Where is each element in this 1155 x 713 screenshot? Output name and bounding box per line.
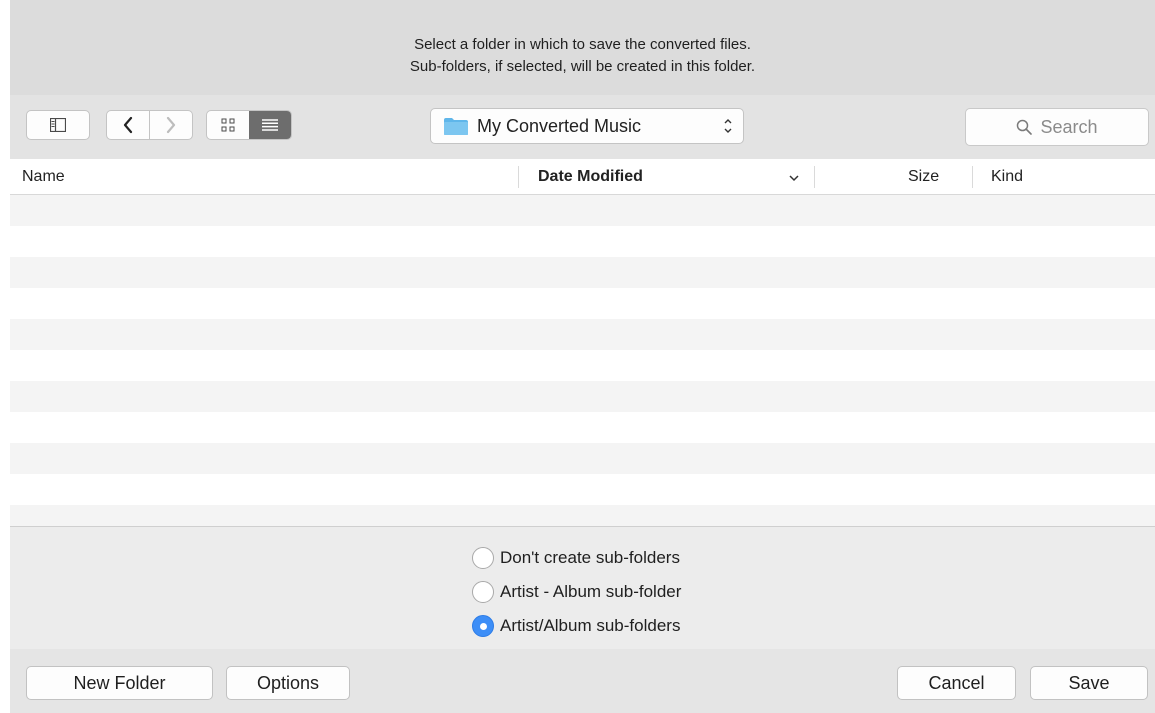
column-header: Name Date Modified Size Kind (10, 159, 1155, 195)
grid-icon (221, 118, 235, 132)
sidebar-icon (50, 118, 66, 132)
view-mode-segment (206, 110, 292, 140)
location-popup[interactable]: My Converted Music (430, 108, 744, 144)
save-dialog: Select a folder in which to save the con… (10, 0, 1155, 713)
folder-icon (444, 117, 468, 135)
column-kind[interactable]: Kind (991, 159, 1023, 195)
options-button[interactable]: Options (226, 666, 350, 700)
column-date-modified[interactable]: Date Modified (538, 159, 643, 195)
button-bar: New Folder Options Cancel Save (10, 649, 1155, 713)
forward-button[interactable] (150, 111, 192, 139)
message-line-1: Select a folder in which to save the con… (414, 36, 751, 53)
chevron-right-icon (166, 116, 176, 134)
column-size[interactable]: Size (908, 159, 939, 195)
sidebar-toggle-button[interactable] (26, 110, 90, 140)
navigation-segment (106, 110, 193, 140)
file-list-rows (10, 195, 1155, 526)
radio-button[interactable] (472, 547, 494, 569)
location-label: My Converted Music (477, 115, 642, 136)
radio-option-none[interactable]: Don't create sub-folders (472, 541, 681, 575)
up-down-chevron-icon (724, 119, 732, 133)
radio-label: Artist/Album sub-folders (500, 616, 681, 635)
radio-option-artist-album[interactable]: Artist - Album sub-folder (472, 575, 681, 609)
list-icon (261, 119, 278, 131)
search-placeholder: Search (1040, 116, 1098, 137)
icon-view-button[interactable] (207, 111, 249, 139)
search-field[interactable]: Search (965, 108, 1149, 146)
chevron-down-icon (789, 175, 799, 182)
back-button[interactable] (107, 111, 149, 139)
chevron-left-icon (123, 116, 133, 134)
subfolder-options: Don't create sub-folders Artist - Album … (10, 527, 1155, 649)
radio-button[interactable] (472, 581, 494, 603)
file-list[interactable]: Name Date Modified Size Kind (10, 159, 1155, 527)
search-icon (1017, 119, 1033, 135)
subfolder-radio-group: Don't create sub-folders Artist - Album … (472, 541, 681, 643)
radio-label: Don't create sub-folders (500, 548, 680, 567)
radio-option-artist-slash-album[interactable]: Artist/Album sub-folders (472, 609, 681, 643)
save-button[interactable]: Save (1030, 666, 1148, 700)
new-folder-button[interactable]: New Folder (26, 666, 213, 700)
dialog-message: Select a folder in which to save the con… (10, 0, 1155, 95)
radio-label: Artist - Album sub-folder (500, 582, 682, 601)
message-line-2: Sub-folders, if selected, will be create… (409, 58, 756, 75)
cancel-button[interactable]: Cancel (897, 666, 1016, 700)
list-view-button[interactable] (248, 111, 291, 139)
radio-button-selected[interactable] (472, 615, 494, 637)
column-name[interactable]: Name (22, 159, 65, 195)
